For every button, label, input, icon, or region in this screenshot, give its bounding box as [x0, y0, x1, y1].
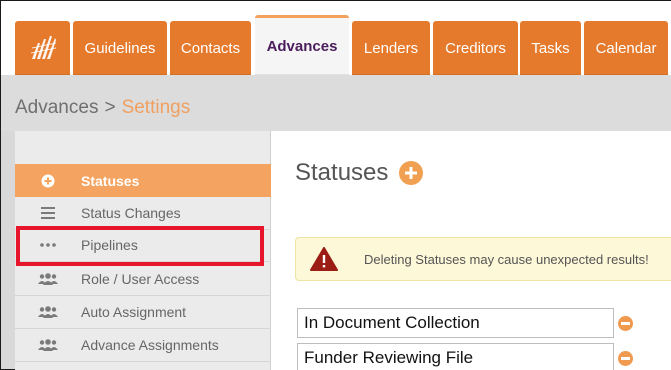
add-status-button[interactable]: [399, 161, 423, 185]
sidebar-item-statuses[interactable]: Statuses: [15, 164, 271, 197]
breadcrumb-parent[interactable]: Advances: [15, 97, 98, 119]
company-logo-tab[interactable]: [15, 21, 70, 75]
sidebar-item-label: Advance Assignments: [81, 337, 219, 353]
tab-contacts[interactable]: Contacts: [170, 21, 251, 75]
status-field-funder-reviewing-file[interactable]: Funder Reviewing File: [297, 343, 614, 370]
breadcrumb: Advances > Settings: [15, 97, 190, 119]
warning-text: Deleting Statuses may cause unexpected r…: [364, 251, 649, 267]
sidebar-item-label: Status Changes: [81, 205, 181, 221]
tab-tasks[interactable]: Tasks: [520, 21, 581, 75]
page-title: Statuses: [295, 159, 389, 186]
sidebar-item-status-changes[interactable]: Status Changes: [15, 197, 271, 230]
sidebar-item-label: Role / User Access: [81, 271, 200, 287]
sidebar-item-role-user-access[interactable]: Role / User Access: [15, 263, 271, 296]
remove-status-button[interactable]: [618, 351, 633, 366]
ellipsis-icon: [15, 243, 81, 247]
sidebar-item-advance-assignments[interactable]: Advance Assignments: [15, 329, 271, 362]
sidebar-item-auto-assignment[interactable]: Auto Assignment: [15, 296, 271, 329]
warning-alert: Deleting Statuses may cause unexpected r…: [295, 237, 671, 281]
tab-creditors[interactable]: Creditors: [433, 21, 518, 75]
remove-status-button[interactable]: [618, 316, 633, 331]
plus-circle-icon: [15, 174, 81, 188]
users-icon: [15, 339, 81, 351]
tab-guidelines[interactable]: Guidelines: [73, 21, 167, 75]
users-icon: [15, 306, 81, 318]
list-icon: [15, 207, 81, 219]
company-logo-icon: [30, 36, 56, 59]
sidebar-item-label: Auto Assignment: [81, 304, 187, 320]
sidebar-item-label: Statuses: [81, 172, 140, 189]
status-field-in-document-collection[interactable]: In Document Collection: [297, 308, 614, 338]
sidebar-item-label: Pipelines: [81, 237, 138, 253]
tab-calendar[interactable]: Calendar: [584, 21, 668, 75]
tab-advances[interactable]: Advances: [255, 15, 349, 75]
breadcrumb-current: Settings: [121, 97, 191, 118]
breadcrumb-separator: >: [104, 97, 116, 118]
warning-icon: [296, 247, 352, 271]
tab-lenders[interactable]: Lenders: [352, 21, 430, 75]
users-icon: [15, 273, 81, 285]
sidebar-item-pipelines[interactable]: Pipelines: [15, 229, 271, 262]
